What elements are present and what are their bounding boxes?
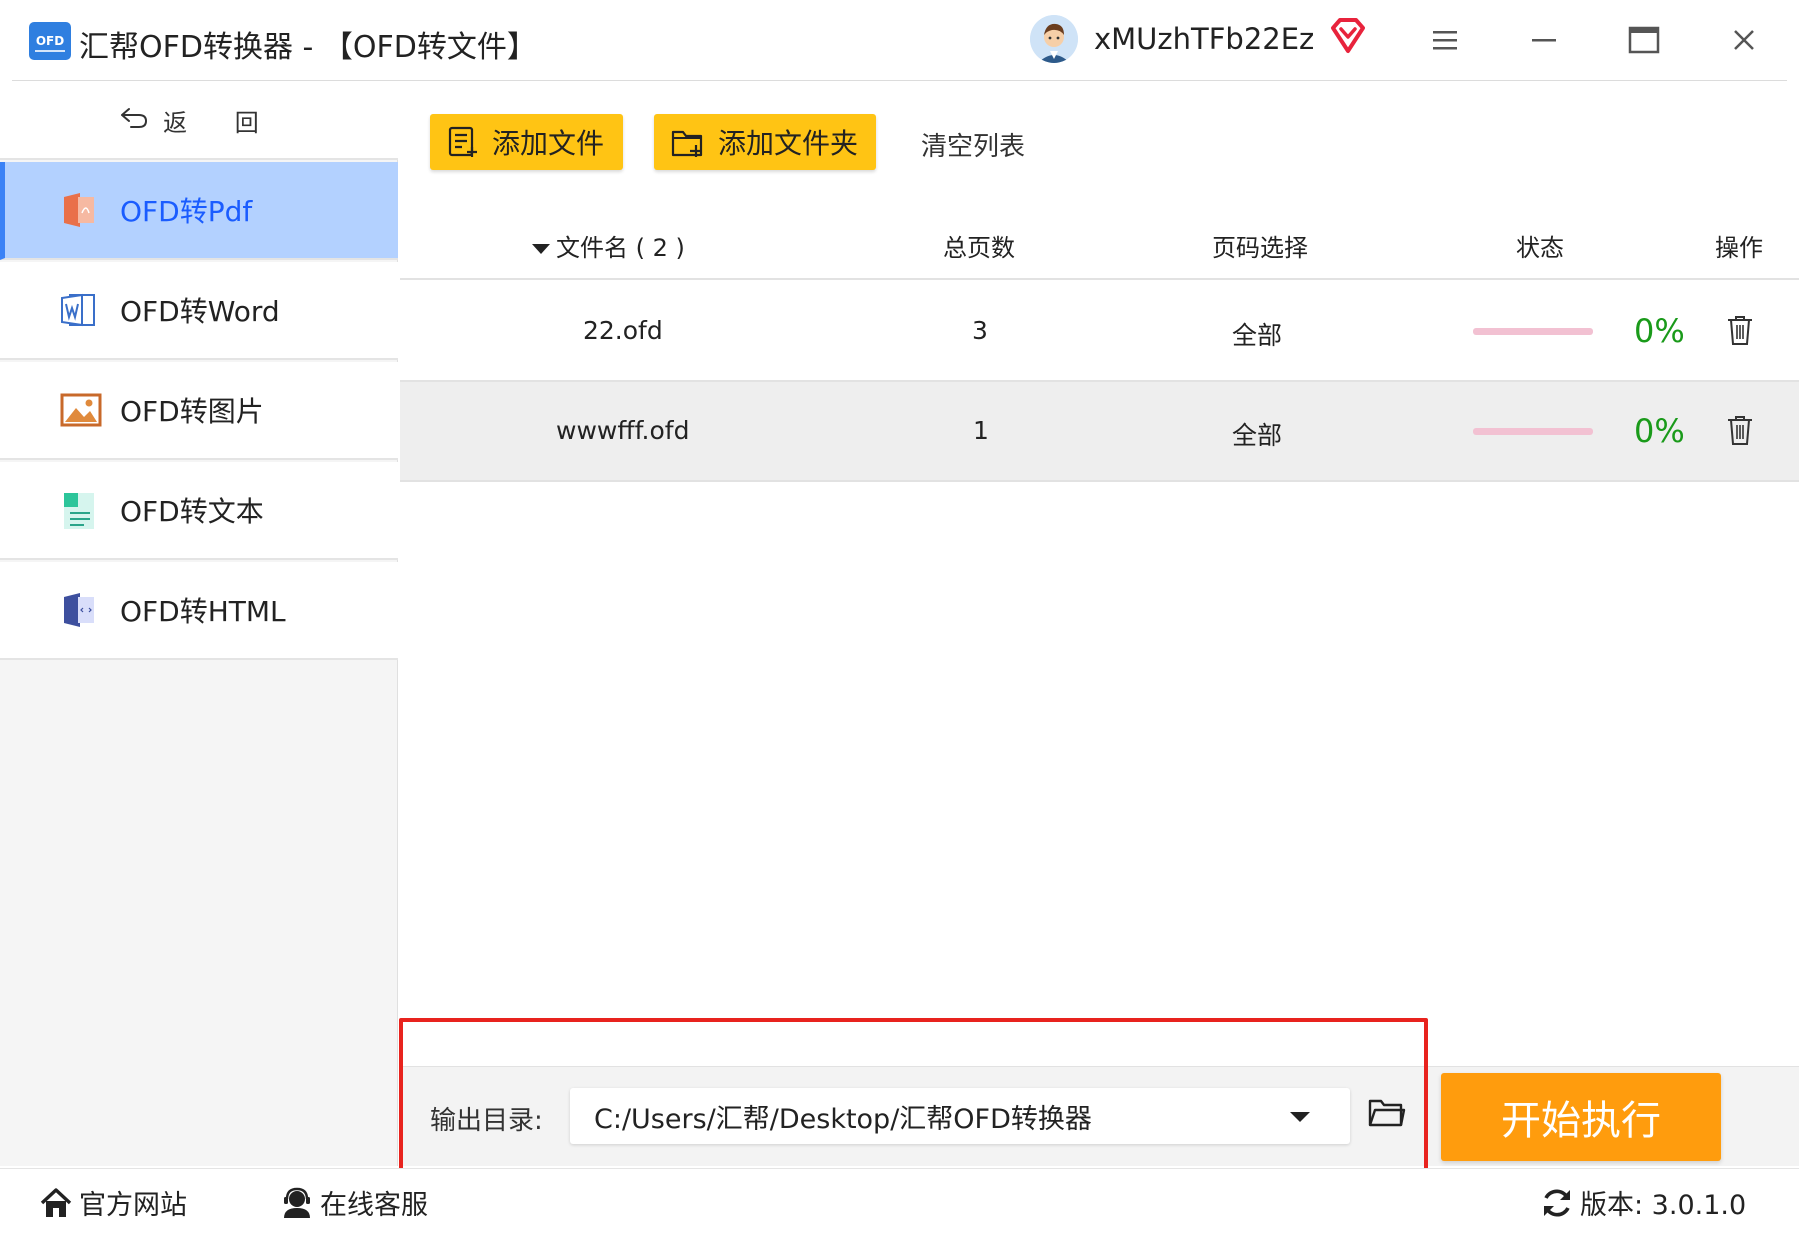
sidebar-item-label: OFD转HTML (120, 595, 286, 628)
minimize-icon[interactable] (1524, 20, 1564, 60)
pages-cell: 3 (972, 316, 988, 345)
status-header: 状态 (1516, 234, 1564, 262)
start-button[interactable]: 开始执行 (1441, 1073, 1721, 1161)
back-arrow-icon (119, 105, 149, 135)
back-label: 返 回 (163, 108, 279, 137)
highlight-annotation-box (399, 1018, 1428, 1176)
progress-bar (1473, 428, 1593, 435)
window-title: 汇帮OFD转换器 - 【OFD转文件】 (79, 30, 537, 65)
progress-bar (1473, 328, 1593, 335)
close-icon[interactable] (1724, 20, 1764, 60)
add-folder-button[interactable]: 添加文件夹 (654, 114, 876, 170)
support-link[interactable]: 在线客服 (280, 1183, 428, 1222)
image-icon (60, 391, 102, 429)
sidebar-item-ofd-to-image[interactable]: OFD转图片 (0, 362, 398, 460)
app-logo: OFD (29, 22, 71, 60)
support-label: 在线客服 (320, 1190, 428, 1221)
add-file-icon (448, 126, 477, 157)
vip-icon[interactable] (1329, 18, 1367, 58)
pdf-icon (60, 191, 98, 229)
website-link[interactable]: 官方网站 (39, 1183, 187, 1222)
sidebar-item-ofd-to-word[interactable]: OFD转Word (0, 262, 398, 360)
maximize-icon[interactable] (1624, 20, 1664, 60)
home-icon (40, 1187, 72, 1217)
sidebar-item-label: OFD转Pdf (120, 195, 253, 228)
sidebar-item-label: OFD转Word (120, 295, 280, 328)
support-agent-icon (284, 1187, 310, 1218)
sidebar-item-label: OFD转文本 (120, 495, 264, 528)
page-select-cell[interactable]: 全部 (1232, 416, 1282, 452)
refresh-icon (1544, 1188, 1570, 1217)
title-divider (12, 80, 1787, 81)
sidebar-item-label: OFD转图片 (120, 395, 264, 428)
title-bar: OFD 汇帮OFD转换器 - 【OFD转文件】 xMUzhTFb22Ez (0, 0, 1799, 80)
status-bar: 官方网站 在线客服 版本: 3.0.1.0 (0, 1168, 1799, 1233)
version-label: 版本: 3.0.1.0 (1580, 1190, 1747, 1221)
text-icon (60, 491, 98, 529)
trash-icon[interactable] (1726, 414, 1754, 452)
filename-header[interactable]: 文件名 ( 2 ) (532, 228, 685, 263)
filename-cell: wwwfff.ofd (556, 416, 690, 445)
html-icon (60, 591, 98, 629)
sidebar-item-ofd-to-html[interactable]: OFD转HTML (0, 562, 398, 660)
page-select-header: 页码选择 (1212, 234, 1308, 262)
add-file-button[interactable]: 添加文件 (430, 114, 623, 170)
clear-list-button[interactable]: 清空列表 (921, 126, 1025, 163)
actions-header: 操作 (1715, 234, 1763, 262)
pages-header: 总页数 (943, 234, 1015, 262)
filename-header-label: 文件名 ( 2 ) (556, 234, 685, 262)
trash-icon[interactable] (1726, 314, 1754, 352)
sidebar-item-ofd-to-text[interactable]: OFD转文本 (0, 462, 398, 560)
website-label: 官方网站 (79, 1190, 187, 1221)
table-header: 文件名 ( 2 ) 总页数 页码选择 状态 操作 (400, 214, 1799, 280)
username[interactable]: xMUzhTFb22Ez (1094, 22, 1314, 56)
progress-percent: 0% (1634, 312, 1685, 350)
avatar[interactable] (1030, 15, 1078, 63)
back-button[interactable]: 返 回 (0, 82, 398, 160)
version-info[interactable]: 版本: 3.0.1.0 (1540, 1183, 1746, 1222)
add-file-label: 添加文件 (492, 127, 605, 160)
sidebar-item-ofd-to-pdf[interactable]: OFD转Pdf (0, 162, 398, 260)
sidebar: 返 回 OFD转Pdf OFD转Word OFD转图片 OFD转文本 OFD转H… (0, 82, 398, 1166)
table-row[interactable]: wwwfff.ofd 1 全部 0% (400, 382, 1799, 482)
progress-percent: 0% (1634, 412, 1685, 450)
page-select-cell[interactable]: 全部 (1232, 316, 1282, 352)
add-folder-label: 添加文件夹 (718, 127, 859, 160)
pages-cell: 1 (973, 416, 989, 445)
table-row[interactable]: 22.ofd 3 全部 0% (400, 282, 1799, 382)
app-window: OFD 汇帮OFD转换器 - 【OFD转文件】 xMUzhTFb22Ez 返 回… (0, 0, 1799, 1233)
sort-caret-icon (532, 244, 550, 254)
menu-icon[interactable] (1425, 20, 1465, 60)
add-folder-icon (671, 130, 703, 157)
filename-cell: 22.ofd (583, 316, 663, 345)
word-icon (60, 291, 98, 329)
